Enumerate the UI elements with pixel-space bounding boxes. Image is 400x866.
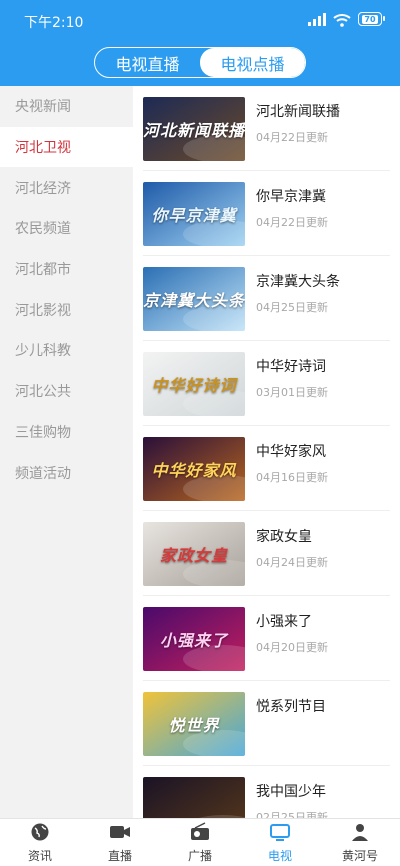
- sidebar-item-category[interactable]: 河北卫视: [0, 126, 133, 168]
- battery-level: 70: [362, 14, 378, 24]
- program-title: 你早京津冀: [256, 188, 326, 205]
- nav-tab[interactable]: 资讯: [0, 819, 80, 866]
- program-list: 河北新闻联播 河北新闻联播 04月22日更新 你早京津冀 你早京津冀 04月22日更新 京津…: [133, 86, 400, 818]
- sidebar-item-category[interactable]: 三佳购物: [0, 412, 133, 453]
- header: 下午2:10 70 电视直播 电视点播: [0, 0, 400, 86]
- video-camera-icon: [109, 822, 131, 845]
- program-title: 京津冀大头条: [256, 273, 340, 290]
- program-thumbnail-text: 中华好家风: [151, 460, 237, 480]
- program-list-item[interactable]: 你早京津冀 你早京津冀 04月22日更新: [133, 171, 400, 256]
- sidebar-item-category[interactable]: 少儿科教: [0, 330, 133, 371]
- program-info: 中华好诗词 03月01日更新: [256, 352, 328, 416]
- program-thumbnail: [143, 776, 245, 818]
- program-thumbnail-text: 小强来了: [159, 630, 228, 650]
- program-update-date: 04月25日更新: [256, 300, 328, 314]
- nav-tab[interactable]: 电视: [240, 819, 320, 866]
- program-thumbnail: 中华好家风: [143, 436, 245, 501]
- program-update-date: 04月16日更新: [256, 470, 328, 484]
- nav-tab[interactable]: 直播: [80, 819, 160, 866]
- program-info: 家政女皇 04月24日更新: [256, 522, 328, 586]
- globe-icon: [29, 822, 51, 845]
- program-thumbnail-text: 你早京津冀: [151, 205, 237, 225]
- program-thumbnail-text: 家政女皇: [159, 545, 228, 565]
- sidebar-item-category[interactable]: 河北影视: [0, 289, 133, 330]
- status-time: 下午2:10: [24, 15, 84, 31]
- program-thumbnail-text: 京津冀大头条: [143, 290, 245, 310]
- program-list-item[interactable]: 京津冀大头条 京津冀大头条 04月25日更新: [133, 256, 400, 341]
- sidebar-item-category[interactable]: 河北都市: [0, 249, 133, 290]
- program-thumbnail-text: 河北新闻联播: [143, 120, 245, 140]
- radio-icon: [189, 821, 211, 845]
- battery-icon: 70: [358, 12, 385, 26]
- program-list-item[interactable]: 家政女皇 家政女皇 04月24日更新: [133, 511, 400, 596]
- program-thumbnail: 河北新闻联播: [143, 96, 245, 161]
- nav-tab-label: 黄河号: [341, 848, 378, 863]
- program-info: 我中国少年 02月25日更新: [256, 777, 328, 819]
- program-title: 悦系列节目: [256, 698, 326, 715]
- program-list-item[interactable]: 我中国少年 02月25日更新: [133, 766, 400, 818]
- program-title: 中华好诗词: [256, 358, 326, 375]
- program-list-item[interactable]: 小强来了 小强来了 04月20日更新: [133, 596, 400, 681]
- program-thumbnail-text: 悦世界: [168, 715, 220, 735]
- program-info: 悦系列节目: [256, 692, 326, 756]
- account-icon: [349, 822, 371, 845]
- program-list-item[interactable]: 悦世界 悦系列节目: [133, 681, 400, 766]
- program-list-item[interactable]: 中华好诗词 中华好诗词 03月01日更新: [133, 341, 400, 426]
- nav-tab-label: 电视: [267, 848, 292, 863]
- program-thumbnail: 小强来了: [143, 606, 245, 671]
- program-title: 家政女皇: [256, 528, 312, 545]
- nav-tab-label: 直播: [107, 848, 132, 863]
- tv-icon: [269, 822, 291, 845]
- program-list-item[interactable]: 河北新闻联播 河北新闻联播 04月22日更新: [133, 86, 400, 171]
- sidebar-item-category[interactable]: 河北经济: [0, 167, 133, 208]
- program-title: 河北新闻联播: [256, 103, 340, 120]
- status-icons: 70: [308, 12, 385, 27]
- program-thumbnail: 悦世界: [143, 691, 245, 756]
- tab-tv-live[interactable]: 电视直播: [95, 48, 200, 77]
- sidebar-item-category[interactable]: 央视新闻: [0, 86, 133, 127]
- program-info: 中华好家风 04月16日更新: [256, 437, 328, 501]
- tab-tv-vod[interactable]: 电视点播: [200, 48, 305, 77]
- signal-icon: [308, 12, 326, 26]
- wifi-icon: [333, 12, 351, 27]
- program-update-date: 02月25日更新: [256, 810, 328, 819]
- nav-tab[interactable]: 黄河号: [320, 819, 400, 866]
- sidebar-item-category[interactable]: 河北公共: [0, 371, 133, 412]
- bottom-nav: 资讯 直播 广播 电视 黄河号: [0, 818, 400, 866]
- program-info: 小强来了 04月20日更新: [256, 607, 328, 671]
- program-thumbnail: 你早京津冀: [143, 181, 245, 246]
- program-update-date: 04月22日更新: [256, 215, 328, 229]
- sidebar-item-category[interactable]: 农民频道: [0, 208, 133, 249]
- program-update-date: 03月01日更新: [256, 385, 328, 399]
- program-update-date: 04月20日更新: [256, 640, 328, 654]
- program-info: 京津冀大头条 04月25日更新: [256, 267, 340, 331]
- nav-tab-label: 资讯: [27, 848, 52, 863]
- program-thumbnail: 家政女皇: [143, 521, 245, 586]
- program-info: 河北新闻联播 04月22日更新: [256, 97, 340, 161]
- program-thumbnail: 中华好诗词: [143, 351, 245, 416]
- status-bar: 下午2:10 70: [0, 0, 400, 42]
- program-update-date: 04月22日更新: [256, 130, 328, 144]
- channel-sidebar: 央视新闻 河北卫视 河北经济 农民频道 河北都市 河北影视 少儿科教 河北公共 三佳购物 频道活动: [0, 86, 133, 818]
- nav-tab-label: 广播: [187, 848, 212, 863]
- live-vod-toggle: 电视直播 电视点播: [94, 47, 306, 78]
- program-thumbnail-text: 中华好诗词: [151, 375, 237, 395]
- program-title: 我中国少年: [256, 783, 326, 800]
- nav-tab[interactable]: 广播: [160, 819, 240, 866]
- program-thumbnail: 京津冀大头条: [143, 266, 245, 331]
- program-title: 中华好家风: [256, 443, 326, 460]
- program-update-date: 04月24日更新: [256, 555, 328, 569]
- program-title: 小强来了: [256, 613, 312, 630]
- program-info: 你早京津冀 04月22日更新: [256, 182, 328, 246]
- sidebar-item-category[interactable]: 频道活动: [0, 452, 133, 493]
- program-list-item[interactable]: 中华好家风 中华好家风 04月16日更新: [133, 426, 400, 511]
